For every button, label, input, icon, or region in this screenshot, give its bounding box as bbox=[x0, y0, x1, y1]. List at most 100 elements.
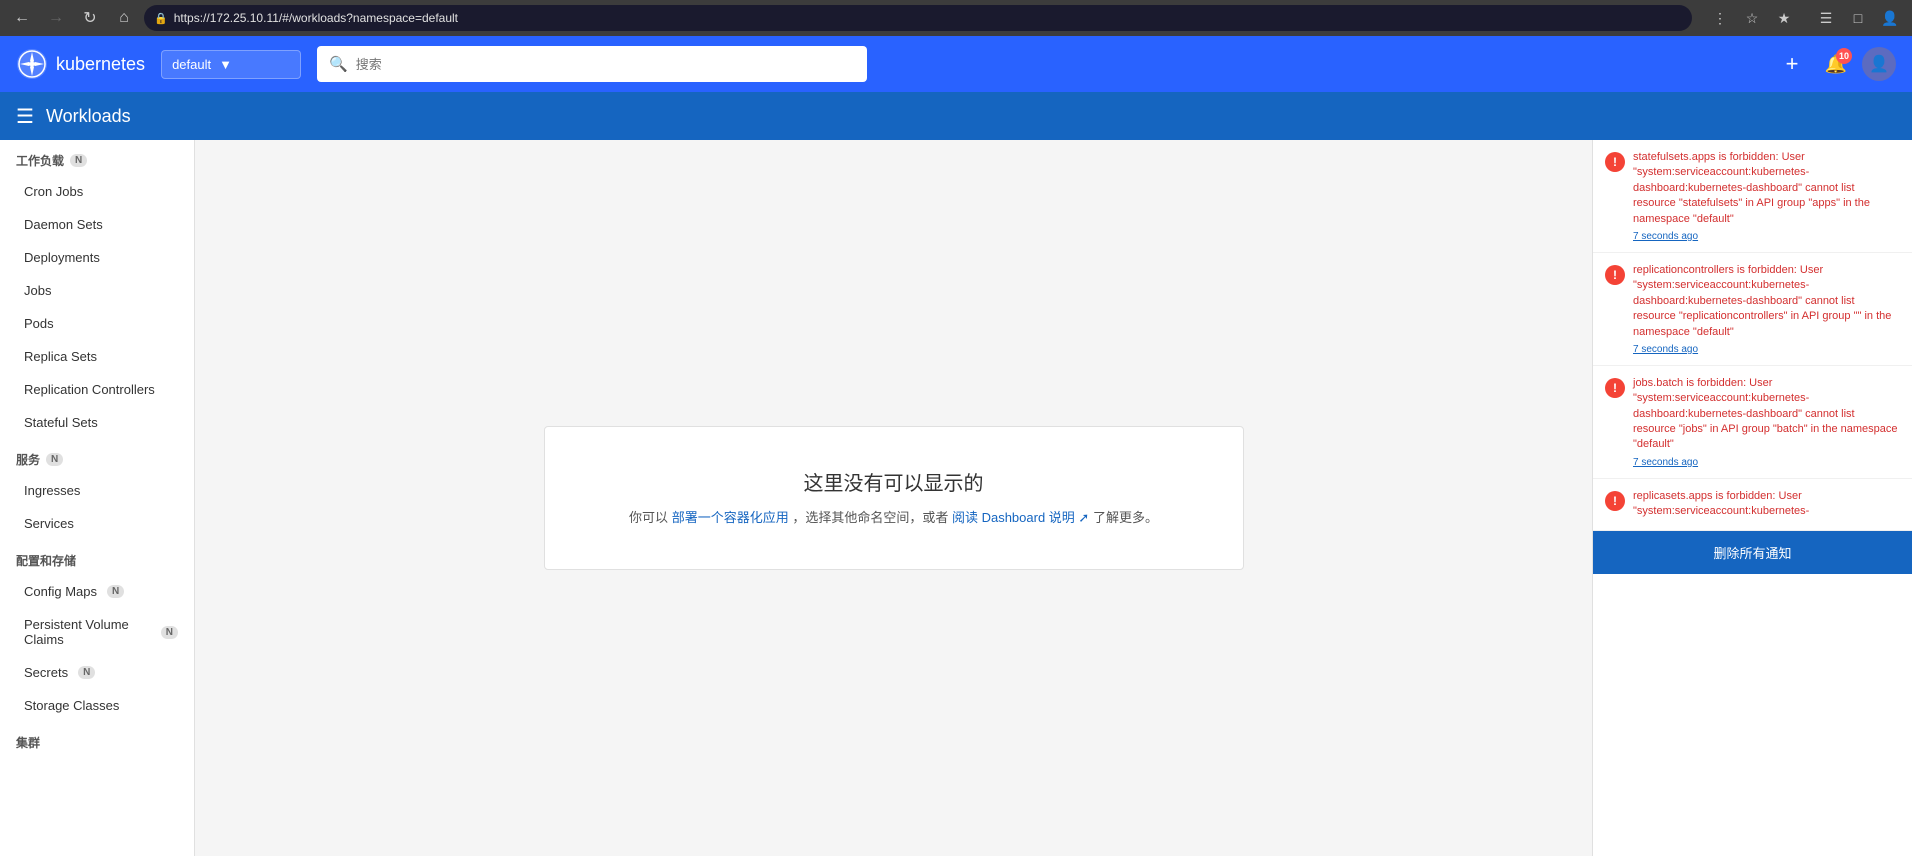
sidebar-item-daemon-sets[interactable]: Daemon Sets bbox=[0, 208, 194, 241]
sidebar-item-label: Stateful Sets bbox=[24, 415, 98, 430]
notification-text-4: replicasets.apps is forbidden: User "sys… bbox=[1633, 489, 1900, 520]
sidebar-item-label: Pods bbox=[24, 316, 54, 331]
sidebar-item-label: Cron Jobs bbox=[24, 184, 83, 199]
cluster-section-header: 集群 bbox=[0, 722, 194, 757]
sidebar-item-label: Secrets bbox=[24, 665, 68, 680]
sidebar-item-config-maps[interactable]: Config Maps N bbox=[0, 575, 194, 608]
namespace-value: default bbox=[172, 57, 211, 72]
sidebar-item-services[interactable]: Services bbox=[0, 507, 194, 540]
toolbar-right: ☰ □ 👤 bbox=[1812, 4, 1904, 32]
sidebar-item-storage-classes[interactable]: Storage Classes bbox=[0, 689, 194, 722]
namespace-selector[interactable]: default ▼ bbox=[161, 50, 301, 79]
sidebar-item-ingresses[interactable]: Ingresses bbox=[0, 474, 194, 507]
extensions-button[interactable]: ⋮ bbox=[1706, 4, 1734, 32]
notification-text-1: statefulsets.apps is forbidden: User "sy… bbox=[1633, 150, 1900, 227]
header-actions: + 🔔 10 👤 bbox=[1774, 46, 1896, 82]
empty-title: 这里没有可以显示的 bbox=[605, 467, 1183, 496]
notification-panel: ! statefulsets.apps is forbidden: User "… bbox=[1592, 140, 1912, 856]
url-text: https://172.25.10.11/#/workloads?namespa… bbox=[174, 11, 458, 25]
config-maps-badge: N bbox=[107, 585, 124, 598]
services-section-label: 服务 bbox=[16, 451, 40, 468]
cluster-section-label: 集群 bbox=[16, 734, 40, 751]
notification-item-2: ! replicationcontrollers is forbidden: U… bbox=[1593, 253, 1912, 366]
notification-button[interactable]: 🔔 10 bbox=[1818, 46, 1854, 82]
sidebar-item-label: Ingresses bbox=[24, 483, 80, 498]
notification-text-3: jobs.batch is forbidden: User "system:se… bbox=[1633, 376, 1900, 453]
notification-time-2[interactable]: 7 seconds ago bbox=[1633, 344, 1900, 355]
services-badge: N bbox=[46, 453, 63, 466]
sidebar-item-cron-jobs[interactable]: Cron Jobs bbox=[0, 175, 194, 208]
page-title: Workloads bbox=[46, 106, 131, 127]
docs-link-text: 阅读 Dashboard 说明 bbox=[952, 510, 1075, 525]
sidebar-item-label: Config Maps bbox=[24, 584, 97, 599]
error-icon-3: ! bbox=[1605, 378, 1625, 398]
bookmark-button[interactable]: ☆ bbox=[1738, 4, 1766, 32]
sidebar-item-deployments[interactable]: Deployments bbox=[0, 241, 194, 274]
main-content: 这里没有可以显示的 你可以 部署一个容器化应用 ，选择其他命名空间，或者 阅读 … bbox=[195, 140, 1912, 856]
notification-item-4: ! replicasets.apps is forbidden: User "s… bbox=[1593, 479, 1912, 531]
sidebar-item-label: Replication Controllers bbox=[24, 382, 155, 397]
sidebar-item-pods[interactable]: Pods bbox=[0, 307, 194, 340]
lock-icon: 🔒 bbox=[154, 12, 168, 25]
empty-state: 这里没有可以显示的 你可以 部署一个容器化应用 ，选择其他命名空间，或者 阅读 … bbox=[544, 426, 1244, 570]
page-layout: 工作负载 N Cron Jobs Daemon Sets Deployments… bbox=[0, 140, 1912, 856]
notification-item-3: ! jobs.batch is forbidden: User "system:… bbox=[1593, 366, 1912, 479]
deploy-link[interactable]: 部署一个容器化应用 bbox=[672, 510, 789, 525]
browser-chrome: ← → ↻ ⌂ 🔒 https://172.25.10.11/#/workloa… bbox=[0, 0, 1912, 36]
search-input[interactable] bbox=[356, 57, 855, 72]
docs-link[interactable]: 阅读 Dashboard 说明 ➚ bbox=[952, 510, 1089, 525]
notification-item-1: ! statefulsets.apps is forbidden: User "… bbox=[1593, 140, 1912, 253]
hamburger-menu[interactable]: ☰ bbox=[16, 104, 34, 129]
reload-button[interactable]: ↻ bbox=[76, 4, 104, 32]
address-bar[interactable]: 🔒 https://172.25.10.11/#/workloads?names… bbox=[144, 5, 1692, 31]
sidebar-item-jobs[interactable]: Jobs bbox=[0, 274, 194, 307]
secrets-badge: N bbox=[78, 666, 95, 679]
sidebar-item-label: Services bbox=[24, 516, 74, 531]
home-button[interactable]: ⌂ bbox=[110, 4, 138, 32]
sidebar-item-label: Jobs bbox=[24, 283, 51, 298]
empty-prefix: 你可以 bbox=[629, 510, 668, 525]
notification-content-3: jobs.batch is forbidden: User "system:se… bbox=[1633, 376, 1900, 468]
kubernetes-logo-icon bbox=[16, 48, 48, 80]
pvc-badge: N bbox=[161, 626, 178, 639]
empty-description: 你可以 部署一个容器化应用 ，选择其他命名空间，或者 阅读 Dashboard … bbox=[605, 508, 1183, 529]
search-bar: 🔍 bbox=[317, 46, 867, 82]
sidebar-item-persistent-volume-claims[interactable]: Persistent Volume Claims N bbox=[0, 608, 194, 656]
library-button[interactable]: ☰ bbox=[1812, 4, 1840, 32]
app-logo: kubernetes bbox=[16, 48, 145, 80]
error-icon-2: ! bbox=[1605, 265, 1625, 285]
sidebar-item-label: Daemon Sets bbox=[24, 217, 103, 232]
tab-button[interactable]: □ bbox=[1844, 4, 1872, 32]
star-button[interactable]: ★ bbox=[1770, 4, 1798, 32]
content-area: 这里没有可以显示的 你可以 部署一个容器化应用 ，选择其他命名空间，或者 阅读 … bbox=[195, 140, 1912, 856]
notification-time-1[interactable]: 7 seconds ago bbox=[1633, 231, 1900, 242]
sidebar-item-secrets[interactable]: Secrets N bbox=[0, 656, 194, 689]
services-section-header: 服务 N bbox=[0, 439, 194, 474]
sidebar-item-label: Deployments bbox=[24, 250, 100, 265]
avatar-button[interactable]: 👤 bbox=[1862, 47, 1896, 81]
add-button[interactable]: + bbox=[1774, 46, 1810, 82]
error-icon-1: ! bbox=[1605, 152, 1625, 172]
error-icon-4: ! bbox=[1605, 491, 1625, 511]
profile-button[interactable]: 👤 bbox=[1876, 4, 1904, 32]
dropdown-arrow-icon: ▼ bbox=[219, 57, 232, 72]
center-content: 这里没有可以显示的 你可以 部署一个容器化应用 ，选择其他命名空间，或者 阅读 … bbox=[195, 140, 1592, 856]
sidebar-item-label: Persistent Volume Claims bbox=[24, 617, 151, 647]
sidebar-item-label: Replica Sets bbox=[24, 349, 97, 364]
notification-content-2: replicationcontrollers is forbidden: Use… bbox=[1633, 263, 1900, 355]
sidebar-item-replication-controllers[interactable]: Replication Controllers bbox=[0, 373, 194, 406]
sidebar-item-replica-sets[interactable]: Replica Sets bbox=[0, 340, 194, 373]
config-section-header: 配置和存储 bbox=[0, 540, 194, 575]
notification-time-3[interactable]: 7 seconds ago bbox=[1633, 457, 1900, 468]
back-button[interactable]: ← bbox=[8, 4, 36, 32]
forward-button[interactable]: → bbox=[42, 4, 70, 32]
app-name: kubernetes bbox=[56, 54, 145, 75]
workloads-section-header: 工作负载 N bbox=[0, 140, 194, 175]
empty-suffix: 了解更多。 bbox=[1093, 510, 1158, 525]
clear-all-button[interactable]: 删除所有通知 bbox=[1593, 531, 1912, 574]
empty-mid: ，选择其他命名空间，或者 bbox=[792, 510, 948, 525]
sidebar-item-stateful-sets[interactable]: Stateful Sets bbox=[0, 406, 194, 439]
config-section-label: 配置和存储 bbox=[16, 552, 76, 569]
sidebar-item-label: Storage Classes bbox=[24, 698, 119, 713]
browser-actions: ⋮ ☆ ★ bbox=[1706, 4, 1798, 32]
